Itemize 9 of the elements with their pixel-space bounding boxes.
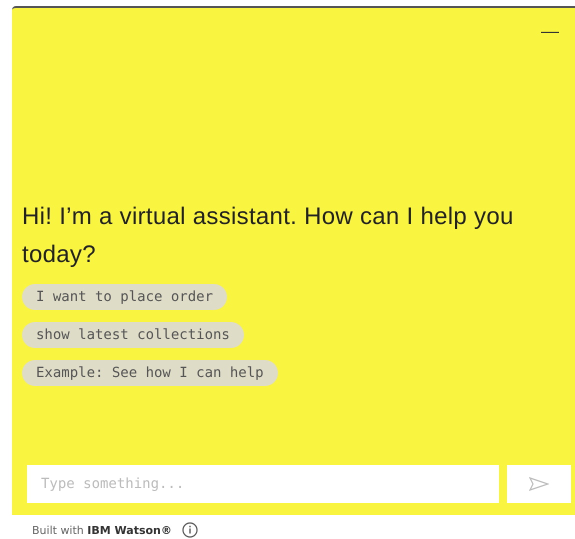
suggestion-chip[interactable]: Example: See how I can help (22, 360, 278, 386)
minimize-button[interactable]: — (541, 22, 559, 48)
info-icon[interactable] (182, 522, 198, 538)
greeting-message: Hi! I’m a virtual assistant. How can I help you today? (22, 202, 515, 270)
footer-text: Built with IBM Watson® (32, 524, 172, 536)
suggestion-chip[interactable]: I want to place order (22, 284, 228, 310)
send-icon (529, 477, 549, 491)
suggestion-chip[interactable]: show latest collections (22, 322, 244, 348)
message-input-field[interactable]: Type something... (27, 465, 499, 503)
